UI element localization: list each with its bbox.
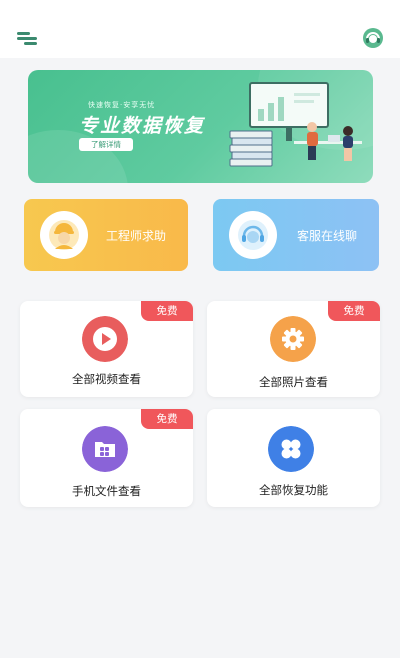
banner-details-button[interactable]: 了解详情 [79,138,133,151]
data-recovery-illustration [229,82,362,167]
all-photos-card[interactable]: 免费 全部照片查看 [207,301,380,397]
all-videos-card[interactable]: 免费 全部视频查看 [20,301,193,397]
play-icon [82,316,128,362]
all-videos-label: 全部视频查看 [72,372,141,386]
folder-icon [82,426,128,472]
engineer-help-label: 工程师求助 [106,229,167,243]
all-recovery-card[interactable]: 全部恢复功能 [207,409,380,507]
banner-title: 专业数据恢复 [79,115,206,137]
grid-icon [268,426,314,472]
all-photos-label: 全部照片查看 [259,375,328,389]
headset-icon [229,211,277,259]
phone-files-label: 手机文件查看 [72,484,141,498]
customer-service-icon[interactable] [362,27,384,49]
free-badge: 免费 [141,409,193,429]
online-chat-label: 客服在线聊 [297,229,358,243]
engineer-help-button[interactable]: 工程师求助 [24,199,188,271]
banner-subtitle: 快速恢复·安享无忧 [88,101,156,109]
top-bar [0,0,400,58]
gear-icon [270,316,316,362]
free-badge: 免费 [141,301,193,321]
menu-icon[interactable] [17,32,39,46]
phone-files-card[interactable]: 免费 手机文件查看 [20,409,193,507]
all-recovery-label: 全部恢复功能 [259,483,328,497]
engineer-icon [40,211,88,259]
free-badge: 免费 [328,301,380,321]
online-chat-button[interactable]: 客服在线聊 [213,199,379,271]
